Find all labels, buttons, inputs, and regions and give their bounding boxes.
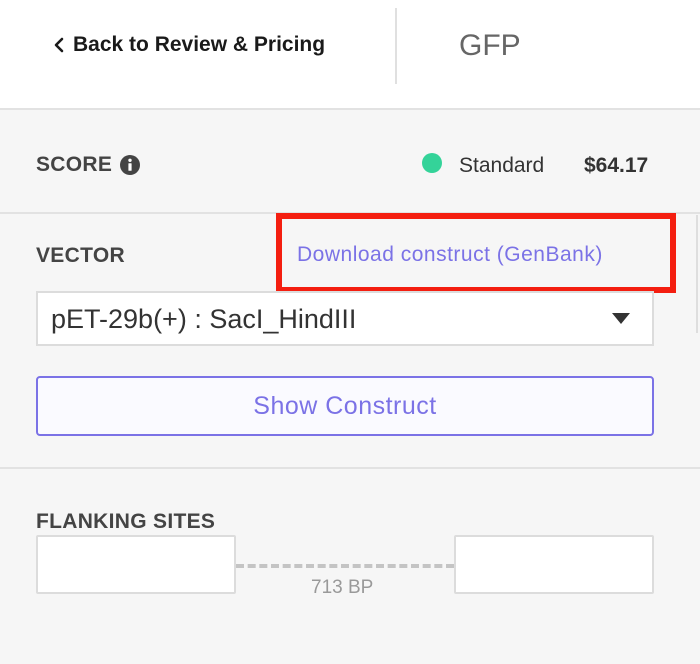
- vector-select[interactable]: pET-29b(+) : SacI_HindIII: [36, 291, 654, 346]
- top-bar: Back to Review & Pricing GFP: [0, 0, 700, 110]
- flanking-site-left-input[interactable]: [36, 535, 236, 594]
- score-heading: SCORE: [36, 153, 141, 177]
- price: $64.17: [584, 154, 649, 177]
- score-section: SCORE Standard $64.17: [0, 112, 700, 214]
- flanking-sites-label: FLANKING SITES: [36, 510, 216, 533]
- panel-edge: [696, 215, 698, 333]
- page-title: GFP: [459, 29, 521, 62]
- score-status: Standard: [459, 154, 545, 177]
- info-icon[interactable]: [120, 155, 141, 175]
- show-construct-button[interactable]: Show Construct: [36, 376, 654, 436]
- vector-label: VECTOR: [36, 244, 125, 267]
- insert-length: 713 BP: [311, 577, 374, 598]
- section-divider: [0, 467, 700, 469]
- score-label: SCORE: [36, 153, 113, 176]
- caret-down-icon: [612, 313, 630, 324]
- flanking-site-right-input[interactable]: [454, 535, 654, 594]
- status-dot-icon: [422, 153, 442, 173]
- back-button[interactable]: Back to Review & Pricing: [54, 33, 325, 57]
- back-button-label: Back to Review & Pricing: [73, 33, 326, 56]
- highlight-annotation: [276, 213, 676, 293]
- chevron-left-icon: [54, 37, 64, 53]
- flanking-connector: [236, 564, 454, 568]
- header-divider: [395, 8, 397, 84]
- vector-select-value: pET-29b(+) : SacI_HindIII: [51, 304, 357, 334]
